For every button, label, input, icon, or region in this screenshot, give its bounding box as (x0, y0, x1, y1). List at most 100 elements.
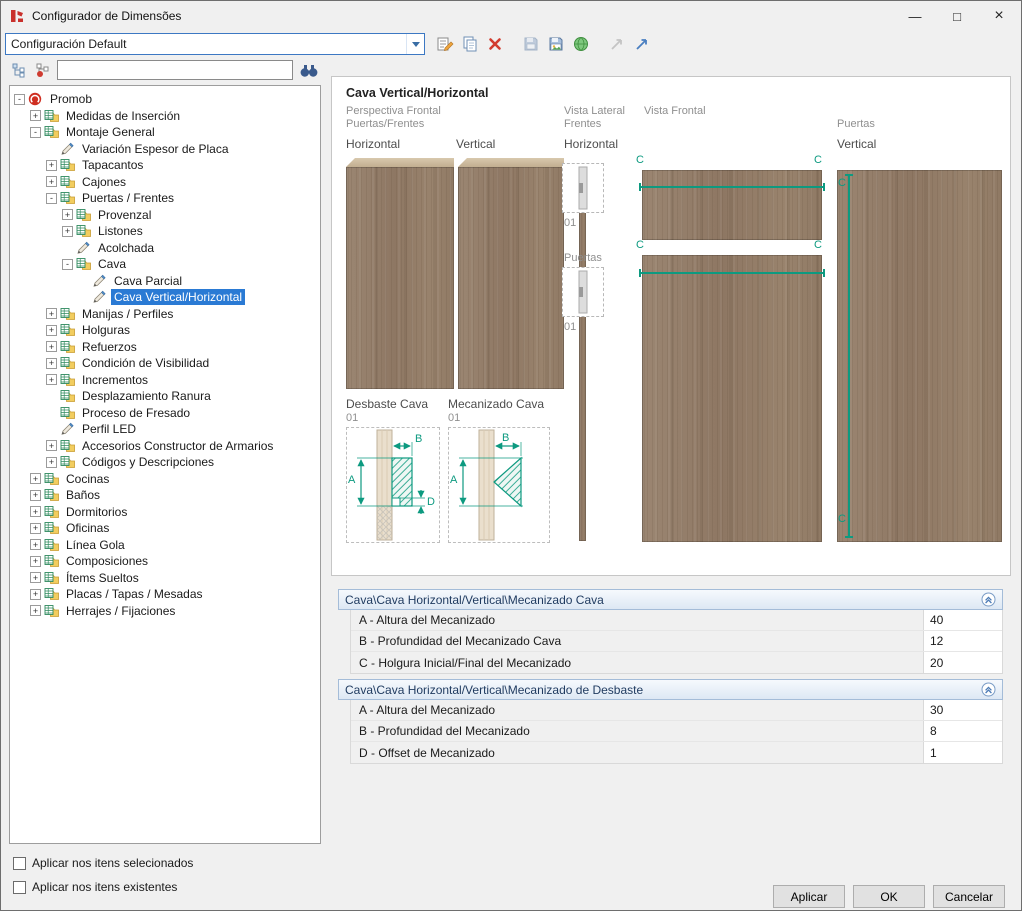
table-row: D - Offset de Mecanizado1 (351, 742, 1002, 763)
collapse-chevron-icon[interactable] (980, 592, 996, 608)
tree[interactable]: -Promob+Medidas de Inserción-Montaje Gen… (9, 85, 321, 844)
expand-icon[interactable]: + (46, 308, 57, 319)
maximize-button[interactable]: □ (936, 1, 978, 31)
tree-item[interactable]: -Promob (10, 91, 320, 108)
collapse-icon[interactable]: - (62, 259, 73, 270)
horizontal-column-label: Horizontal (346, 137, 400, 151)
tree-item[interactable]: +Provenzal (10, 207, 320, 224)
apply-selected-items-checkbox[interactable] (13, 857, 26, 870)
collapse-icon[interactable]: - (30, 127, 41, 138)
binoculars-search-icon[interactable] (297, 60, 321, 80)
tree-item[interactable]: +Oficinas (10, 520, 320, 537)
property-value-input[interactable]: 8 (924, 721, 1002, 741)
tree-item[interactable]: +Medidas de Inserción (10, 108, 320, 125)
publish-config-icon[interactable] (570, 33, 592, 55)
tree-item[interactable]: +Placas / Tapas / Mesadas (10, 586, 320, 603)
rename-config-icon[interactable] (434, 33, 456, 55)
tree-item[interactable]: +Incrementos (10, 372, 320, 389)
tree-item[interactable]: +Línea Gola (10, 537, 320, 554)
expand-icon[interactable]: + (46, 341, 57, 352)
tree-item[interactable]: +Manijas / Perfiles (10, 306, 320, 323)
tree-item[interactable]: +Cocinas (10, 471, 320, 488)
property-value-input[interactable]: 30 (924, 700, 1002, 720)
expand-icon[interactable]: + (30, 110, 41, 121)
tree-item[interactable]: +Listones (10, 223, 320, 240)
expand-icon[interactable]: + (30, 539, 41, 550)
expand-icon[interactable]: + (46, 176, 57, 187)
tree-item[interactable]: Perfil LED (10, 421, 320, 438)
export-config-icon[interactable] (545, 33, 567, 55)
tree-item[interactable]: - Puertas / Frentes (10, 190, 320, 207)
link-catalog-icon[interactable] (631, 33, 653, 55)
property-value-input[interactable]: 12 (924, 631, 1002, 651)
tree-item[interactable]: +Códigos y Descripciones (10, 454, 320, 471)
cancel-button[interactable]: Cancelar (933, 885, 1005, 908)
delete-config-icon[interactable] (484, 33, 506, 55)
tree-item-label: Acolchada (95, 240, 157, 256)
expand-icon[interactable]: + (62, 226, 73, 237)
expand-icon[interactable]: + (30, 605, 41, 616)
expand-icon[interactable]: + (46, 358, 57, 369)
expand-tree-icon[interactable] (9, 60, 29, 80)
tree-item[interactable]: +Cajones (10, 174, 320, 191)
mecanizado-diagram: A B (448, 427, 550, 543)
expand-icon[interactable]: + (30, 506, 41, 517)
ok-button[interactable]: OK (853, 885, 925, 908)
expand-icon[interactable]: + (62, 209, 73, 220)
tree-item[interactable]: Variación Espesor de Placa (10, 141, 320, 158)
tree-item[interactable]: -Montaje General (10, 124, 320, 141)
expand-icon[interactable]: + (46, 440, 57, 451)
expand-icon[interactable]: + (30, 589, 41, 600)
titlebar[interactable]: Configurador de Dimensões — □ × (1, 1, 1021, 31)
tree-item[interactable]: -Cava (10, 256, 320, 273)
collapse-chevron-icon[interactable] (980, 682, 996, 698)
tree-item[interactable]: Cava Vertical/Horizontal (10, 289, 320, 306)
tree-item[interactable]: +Herrajes / Fijaciones (10, 603, 320, 620)
expand-icon[interactable]: + (30, 473, 41, 484)
locate-item-icon[interactable] (33, 60, 53, 80)
tree-item[interactable]: + Holguras (10, 322, 320, 339)
search-input[interactable] (57, 60, 293, 80)
tree-item[interactable]: +Refuerzos (10, 339, 320, 356)
tree-item[interactable]: Acolchada (10, 240, 320, 257)
expand-icon[interactable]: + (30, 490, 41, 501)
link-disabled-icon[interactable] (606, 33, 628, 55)
collapse-icon[interactable]: - (46, 193, 57, 204)
tree-item[interactable]: +Baños (10, 487, 320, 504)
apply-button[interactable]: Aplicar (773, 885, 845, 908)
tree-item[interactable]: +Tapacantos (10, 157, 320, 174)
expand-icon[interactable]: + (30, 556, 41, 567)
expand-icon[interactable]: + (46, 457, 57, 468)
tree-item[interactable]: Desplazamiento Ranura (10, 388, 320, 405)
tree-item-label: Proceso de Fresado (79, 405, 193, 421)
copy-config-icon[interactable] (459, 33, 481, 55)
tree-item[interactable]: +Accesorios Constructor de Armarios (10, 438, 320, 455)
tree-item-label: Puertas / Frentes (79, 190, 177, 206)
tree-item-label: Variación Espesor de Placa (79, 141, 232, 157)
desbaste-diagram: A B D (346, 427, 440, 543)
table-header[interactable]: Cava\Cava Horizontal/Vertical\Mecanizado… (338, 589, 1003, 610)
close-button[interactable]: × (978, 1, 1020, 31)
tree-item-label: Holguras (79, 322, 133, 338)
expand-icon[interactable]: + (30, 523, 41, 534)
property-value-input[interactable]: 20 (924, 652, 1002, 673)
tree-item[interactable]: Proceso de Fresado (10, 405, 320, 422)
expand-icon[interactable]: + (46, 325, 57, 336)
tree-item[interactable]: +Composiciones (10, 553, 320, 570)
tree-item[interactable]: +Condición de Visibilidad (10, 355, 320, 372)
expand-icon[interactable]: + (46, 374, 57, 385)
expand-icon[interactable]: + (46, 160, 57, 171)
expand-icon[interactable]: + (30, 572, 41, 583)
property-value-input[interactable]: 40 (924, 610, 1002, 630)
tree-item[interactable]: Cava Parcial (10, 273, 320, 290)
save-config-icon[interactable] (520, 33, 542, 55)
property-value-input[interactable]: 1 (924, 742, 1002, 763)
chevron-down-icon[interactable] (406, 34, 424, 54)
tree-item[interactable]: +Ítems Sueltos (10, 570, 320, 587)
minimize-button[interactable]: — (894, 1, 936, 31)
tree-item[interactable]: +Dormitorios (10, 504, 320, 521)
configuration-select[interactable]: Configuración Default (5, 33, 425, 55)
apply-existing-items-checkbox[interactable] (13, 881, 26, 894)
collapse-icon[interactable]: - (14, 94, 25, 105)
table-header[interactable]: Cava\Cava Horizontal/Vertical\Mecanizado… (338, 679, 1003, 700)
